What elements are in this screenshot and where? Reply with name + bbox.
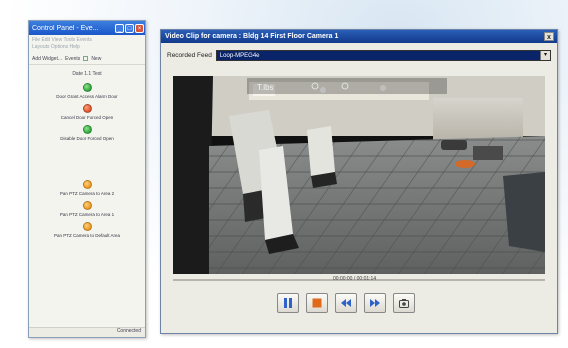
menu-line-1[interactable]: File Edit View Tools Events	[32, 37, 142, 44]
recorded-feed-select[interactable]: Loop-MPEG4e ▾	[215, 49, 551, 61]
status-bar: Connected	[29, 327, 145, 337]
fast-forward-button[interactable]	[364, 293, 386, 313]
events-toolbar: Add Widget... Events New	[29, 53, 145, 65]
camera-icon	[399, 299, 409, 308]
close-button[interactable]: x	[544, 32, 554, 41]
event-item[interactable]: Pan PTZ Camera to Area 1	[29, 201, 145, 217]
events-window: Control Panel - Eve... _ □ × File Edit V…	[28, 20, 146, 338]
feed-row: Recorded Feed Loop-MPEG4e ▾	[161, 47, 557, 63]
stop-button[interactable]	[306, 293, 328, 313]
event-label: Door Grant Access Alarm Door	[56, 94, 118, 99]
event-item[interactable]: Cancel Door Forced Open	[29, 104, 145, 120]
timeline-timestamp: 00:00:00 / 00:01:14	[333, 276, 377, 282]
event-label: Disable Door Forced Open	[60, 136, 114, 141]
event-item[interactable]: Door Grant Access Alarm Door	[29, 83, 145, 99]
add-widget-dropdown[interactable]: Add Widget...	[32, 56, 62, 62]
close-icon[interactable]: ×	[135, 23, 144, 33]
playback-controls	[277, 293, 415, 313]
event-list-date: Date 1.1 Test	[72, 71, 102, 77]
video-clip-window: Video Clip for camera : Bldg 14 First Fl…	[160, 29, 558, 334]
event-label: Cancel Door Forced Open	[60, 115, 114, 120]
events-menu[interactable]: File Edit View Tools Events Layouts Opti…	[29, 35, 145, 53]
status-orange-icon	[82, 180, 92, 189]
event-label: Pan PTZ Camera to Area 2	[59, 191, 115, 196]
camera-frame: T.lbs	[173, 76, 545, 274]
video-window-title: Video Clip for camera : Bldg 14 First Fl…	[165, 33, 339, 40]
events-window-titlebar[interactable]: Control Panel - Eve... _ □ ×	[29, 21, 145, 35]
fast-forward-icon	[370, 299, 380, 307]
event-label: Pan PTZ Camera to Area 1	[59, 212, 115, 217]
recorded-feed-value: Loop-MPEG4e	[219, 52, 260, 59]
new-checkbox[interactable]	[83, 56, 89, 61]
event-item[interactable]: Disable Door Forced Open	[29, 125, 145, 141]
event-list: Date 1.1 Test Door Grant Access Alarm Do…	[29, 65, 145, 238]
event-item[interactable]: Pan PTZ Camera to Default Area	[29, 222, 145, 238]
stop-icon	[312, 298, 322, 308]
status-orange-icon	[82, 222, 92, 231]
status-green-icon	[82, 125, 92, 134]
event-item[interactable]: Pan PTZ Camera to Area 2	[29, 180, 145, 196]
events-filter[interactable]: Events	[65, 56, 80, 62]
status-green-icon	[82, 83, 92, 92]
pause-button[interactable]	[277, 293, 299, 313]
timeline-scrubber[interactable]: 00:00:00 / 00:01:14	[173, 276, 545, 284]
svg-text:T.lbs: T.lbs	[257, 83, 273, 92]
status-orange-icon	[82, 201, 92, 210]
pause-icon	[284, 298, 292, 308]
status-red-icon	[82, 104, 92, 113]
menu-line-2[interactable]: Layouts Options Help	[32, 44, 142, 51]
video-window-titlebar[interactable]: Video Clip for camera : Bldg 14 First Fl…	[161, 30, 557, 43]
event-label: Pan PTZ Camera to Default Area	[53, 233, 121, 238]
chevron-down-icon[interactable]: ▾	[540, 50, 550, 60]
rewind-button[interactable]	[335, 293, 357, 313]
minimize-icon[interactable]: _	[115, 23, 124, 33]
maximize-icon[interactable]: □	[125, 23, 134, 33]
new-checkbox-label: New	[91, 55, 102, 62]
snapshot-button[interactable]	[393, 293, 415, 313]
events-window-title: Control Panel - Eve...	[32, 24, 99, 32]
recorded-feed-label: Recorded Feed	[167, 51, 212, 59]
video-player[interactable]: T.lbs	[173, 76, 545, 274]
rewind-icon	[341, 299, 351, 307]
